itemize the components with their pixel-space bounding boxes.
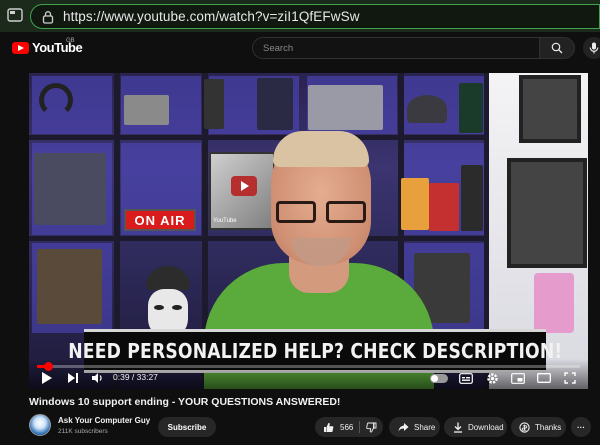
thumbs-down-icon xyxy=(366,422,377,432)
search-input[interactable] xyxy=(253,39,539,58)
youtube-logo-icon xyxy=(12,41,29,54)
next-icon xyxy=(68,373,78,383)
play-icon xyxy=(42,372,52,384)
share-label: Share xyxy=(414,422,436,432)
volume-icon xyxy=(92,373,102,383)
wall-frame xyxy=(519,75,581,143)
glasses xyxy=(276,201,368,223)
scrubber-handle[interactable] xyxy=(43,362,53,371)
award-play-icon xyxy=(231,176,257,196)
shelf-item xyxy=(204,79,224,129)
dislike-button[interactable] xyxy=(366,422,377,433)
search-button[interactable] xyxy=(540,37,575,59)
shelf-board xyxy=(29,135,489,140)
pink-award xyxy=(534,273,574,333)
wall-frame xyxy=(507,158,587,268)
progress-bar[interactable] xyxy=(37,362,580,371)
like-divider xyxy=(359,421,361,433)
subscribe-button[interactable]: Subscribe xyxy=(158,417,216,437)
shelf-item xyxy=(34,153,106,225)
shelf-item xyxy=(257,78,293,130)
like-dislike-group: 566 xyxy=(315,417,383,437)
shelf-item xyxy=(461,165,483,231)
search-box xyxy=(252,37,540,59)
thumbs-up-icon xyxy=(324,422,334,432)
autoplay-toggle[interactable] xyxy=(430,374,448,383)
url-text: https://www.youtube.com/watch?v=ziI1QfEF… xyxy=(63,9,360,24)
award-label: YouTube xyxy=(213,218,237,224)
on-air-sign: ON AIR xyxy=(124,209,196,231)
region-code: GB xyxy=(66,38,75,44)
share-icon xyxy=(398,423,409,432)
shelf-item xyxy=(429,183,459,231)
search-icon xyxy=(551,42,563,54)
miniplayer-icon xyxy=(511,372,525,384)
fullscreen-button[interactable] xyxy=(564,371,576,385)
thanks-label: Thanks xyxy=(535,422,562,432)
headphones xyxy=(39,83,73,117)
theater-icon xyxy=(537,373,551,383)
lock-icon[interactable] xyxy=(41,10,55,24)
gear-icon xyxy=(487,372,498,384)
settings-button[interactable] xyxy=(486,371,499,385)
thanks-button[interactable]: Thanks xyxy=(511,417,566,437)
download-icon xyxy=(454,422,462,433)
person-hair xyxy=(273,131,369,167)
share-button[interactable]: Share xyxy=(389,417,440,437)
miniplayer-button[interactable] xyxy=(511,371,525,385)
like-count: 566 xyxy=(340,422,354,432)
channel-name[interactable]: Ask Your Computer Guy xyxy=(58,416,150,425)
like-button[interactable]: 566 xyxy=(323,422,353,433)
player-controls: 0:39 / 33:27 xyxy=(29,359,588,389)
theater-mode-button[interactable] xyxy=(537,371,551,385)
shelf-item xyxy=(407,95,447,123)
subtitles-icon xyxy=(459,372,473,384)
time-display: 0:39 / 33:27 xyxy=(113,372,158,382)
video-frame: YouTube ON AIR NEED PERSONALIZED HELP? C… xyxy=(29,73,588,389)
subscriber-count: 211K subscribers xyxy=(58,428,108,435)
shelf-item xyxy=(124,95,169,125)
download-label: Download xyxy=(468,422,504,432)
video-title: Windows 10 support ending - YOUR QUESTIO… xyxy=(29,396,341,408)
fullscreen-icon xyxy=(564,372,576,384)
shelf-item xyxy=(37,249,102,324)
url-field[interactable]: https://www.youtube.com/watch?v=ziI1QfEF… xyxy=(30,4,600,29)
shelf-item xyxy=(459,83,483,133)
channel-avatar[interactable] xyxy=(29,414,51,436)
tab-icon[interactable] xyxy=(7,7,23,23)
video-player[interactable]: YouTube ON AIR NEED PERSONALIZED HELP? C… xyxy=(29,73,588,389)
voice-search-button[interactable] xyxy=(583,37,600,59)
next-button[interactable] xyxy=(67,371,79,385)
shelf-item xyxy=(401,178,429,230)
shelf-item xyxy=(308,85,383,130)
mic-icon xyxy=(589,42,599,54)
subtitles-button[interactable] xyxy=(459,371,473,385)
download-button[interactable]: Download xyxy=(444,417,507,437)
thanks-icon xyxy=(519,421,530,433)
shelf-board xyxy=(29,236,489,241)
play-button[interactable] xyxy=(41,371,53,385)
more-actions-button[interactable]: ··· xyxy=(571,417,591,437)
volume-button[interactable] xyxy=(91,371,104,385)
youtube-header: YouTube GB xyxy=(0,32,600,66)
browser-address-bar: https://www.youtube.com/watch?v=ziI1QfEF… xyxy=(0,0,600,32)
